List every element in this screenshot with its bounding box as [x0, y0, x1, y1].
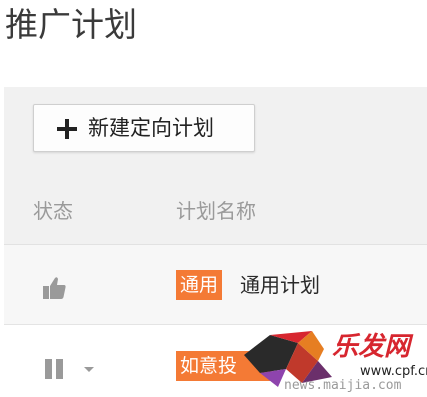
watermark-logo: 乐发网 www.cpf.cn news.maijia.com: [240, 325, 427, 393]
new-targeted-plan-button[interactable]: 新建定向计划: [33, 104, 255, 152]
svg-text:news.maijia.com: news.maijia.com: [284, 378, 402, 393]
new-plan-button-label: 新建定向计划: [88, 116, 214, 140]
column-header-status: 状态: [33, 199, 73, 223]
thumbs-up-icon[interactable]: [40, 274, 68, 302]
plan-type-tag: 通用: [176, 270, 223, 300]
plus-icon: [56, 118, 78, 140]
column-header-plan-name: 计划名称: [176, 199, 256, 223]
pause-icon[interactable]: [44, 359, 66, 379]
svg-text:www.cpf.cn: www.cpf.cn: [360, 364, 427, 379]
chevron-down-icon[interactable]: [84, 367, 94, 372]
svg-text:乐发网: 乐发网: [332, 332, 414, 362]
plan-name-link[interactable]: 通用计划: [240, 270, 320, 300]
page-title: 推广计划: [5, 5, 137, 44]
